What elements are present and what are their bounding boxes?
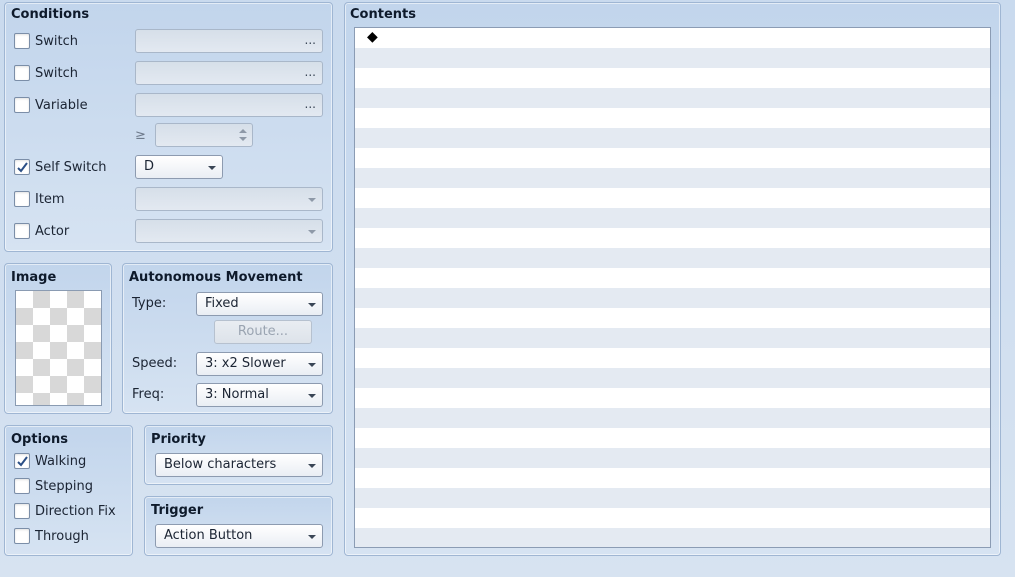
variable-label: Variable: [35, 98, 88, 113]
freq-value: 3: Normal: [205, 387, 269, 402]
direction-fix-label: Direction Fix: [35, 504, 116, 519]
direction-fix-checkbox[interactable]: [14, 503, 30, 519]
stepping-label: Stepping: [35, 479, 93, 494]
spinner-arrows-icon[interactable]: [238, 126, 248, 144]
item-select[interactable]: [135, 187, 323, 211]
switch2-browse-button[interactable]: ...: [305, 65, 316, 79]
switch2-label: Switch: [35, 66, 78, 81]
image-panel: Image: [4, 263, 112, 414]
trigger-select[interactable]: Action Button: [155, 524, 323, 548]
autonomous-movement-title: Autonomous Movement: [129, 270, 303, 285]
event-command-row[interactable]: ◆: [355, 28, 990, 48]
image-preview[interactable]: [15, 290, 102, 406]
freq-select[interactable]: 3: Normal: [196, 383, 323, 407]
actor-checkbox[interactable]: [14, 223, 30, 239]
chevron-down-icon: [308, 394, 316, 398]
speed-label: Speed:: [132, 356, 178, 371]
type-label: Type:: [132, 296, 167, 311]
chevron-down-icon: [308, 363, 316, 367]
switch2-field[interactable]: ...: [135, 61, 323, 85]
priority-panel: Priority Below characters: [144, 425, 333, 485]
options-panel: Options Walking Stepping Direction Fix T…: [4, 425, 133, 556]
options-title: Options: [11, 432, 68, 447]
walking-label: Walking: [35, 454, 87, 469]
trigger-title: Trigger: [151, 503, 204, 518]
item-label: Item: [35, 192, 65, 207]
route-button[interactable]: Route...: [214, 320, 312, 344]
checkmark-icon: [17, 162, 28, 173]
switch1-label: Switch: [35, 34, 78, 49]
self-switch-select[interactable]: D: [135, 155, 223, 179]
speed-select[interactable]: 3: x2 Slower: [196, 352, 323, 376]
freq-label: Freq:: [132, 387, 165, 402]
chevron-down-icon: [308, 230, 316, 234]
actor-label: Actor: [35, 224, 70, 239]
switch2-checkbox[interactable]: [14, 65, 30, 81]
self-switch-label: Self Switch: [35, 160, 107, 175]
item-checkbox[interactable]: [14, 191, 30, 207]
event-commands-list[interactable]: ◆: [354, 27, 991, 548]
variable-number-spinner[interactable]: [155, 123, 253, 147]
image-title: Image: [11, 270, 57, 285]
self-switch-value: D: [144, 159, 155, 174]
variable-field[interactable]: ...: [135, 93, 323, 117]
priority-select[interactable]: Below characters: [155, 453, 323, 477]
trigger-value: Action Button: [164, 528, 253, 543]
switch1-checkbox[interactable]: [14, 33, 30, 49]
variable-operator: ≥: [135, 128, 146, 143]
chevron-down-icon: [308, 303, 316, 307]
contents-title: Contents: [350, 7, 416, 22]
conditions-title: Conditions: [11, 7, 90, 22]
checkmark-icon: [17, 456, 28, 467]
priority-title: Priority: [151, 432, 206, 447]
self-switch-checkbox[interactable]: [14, 159, 30, 175]
switch1-field[interactable]: ...: [135, 29, 323, 53]
chevron-down-icon: [208, 166, 216, 170]
variable-browse-button[interactable]: ...: [305, 97, 316, 111]
type-value: Fixed: [205, 296, 239, 311]
stepping-checkbox[interactable]: [14, 478, 30, 494]
conditions-panel: Conditions Switch ... Switch ... Variabl…: [4, 2, 333, 252]
chevron-down-icon: [308, 535, 316, 539]
chevron-down-icon: [308, 198, 316, 202]
command-marker-icon: ◆: [367, 29, 378, 45]
speed-value: 3: x2 Slower: [205, 356, 286, 371]
autonomous-movement-panel: Autonomous Movement Type: Fixed Route...…: [122, 263, 333, 414]
walking-checkbox[interactable]: [14, 453, 30, 469]
switch1-browse-button[interactable]: ...: [305, 33, 316, 47]
priority-value: Below characters: [164, 457, 277, 472]
variable-checkbox[interactable]: [14, 97, 30, 113]
through-label: Through: [35, 529, 89, 544]
through-checkbox[interactable]: [14, 528, 30, 544]
type-select[interactable]: Fixed: [196, 292, 323, 316]
chevron-down-icon: [308, 464, 316, 468]
trigger-panel: Trigger Action Button: [144, 496, 333, 556]
actor-select[interactable]: [135, 219, 323, 243]
